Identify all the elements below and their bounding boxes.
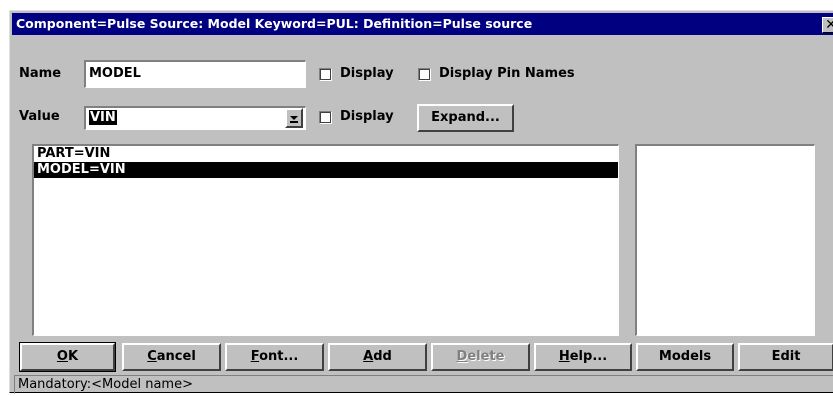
- value-label: Value: [19, 109, 60, 124]
- name-display-checkbox[interactable]: [319, 68, 332, 81]
- display-pin-names-label: Display Pin Names: [439, 66, 575, 81]
- chevron-down-icon[interactable]: [285, 108, 303, 128]
- title-bar: Component=Pulse Source: Model Keyword=PU…: [12, 13, 833, 35]
- models-list[interactable]: [635, 144, 815, 336]
- component-dialog: Component=Pulse Source: Model Keyword=PU…: [9, 10, 833, 394]
- edit-button[interactable]: Edit: [738, 343, 833, 371]
- window-title: Component=Pulse Source: Model Keyword=PU…: [16, 16, 533, 31]
- list-item[interactable]: PART=VIN: [34, 146, 618, 162]
- delete-button: Delete: [431, 343, 530, 371]
- list-item[interactable]: MODEL=VIN: [34, 162, 618, 178]
- status-bar: Mandatory:<Model name>: [14, 375, 833, 394]
- attribute-list[interactable]: PART=VIN MODEL=VIN: [32, 144, 619, 336]
- cancel-button[interactable]: Cancel: [122, 343, 221, 371]
- name-field[interactable]: MODEL: [84, 60, 306, 88]
- add-button[interactable]: Add: [328, 343, 427, 371]
- value-text: VIN: [89, 110, 117, 125]
- value-combobox[interactable]: VIN: [84, 106, 306, 130]
- models-button[interactable]: Models: [636, 343, 734, 371]
- close-icon[interactable]: ✕: [822, 17, 833, 33]
- help-button[interactable]: Help...: [534, 343, 632, 371]
- expand-button[interactable]: Expand...: [417, 104, 514, 132]
- value-display-checkbox[interactable]: [319, 111, 332, 124]
- font-button[interactable]: Font...: [225, 343, 324, 371]
- display-pin-names-checkbox[interactable]: [418, 68, 431, 81]
- ok-button[interactable]: OK: [19, 342, 116, 372]
- name-label: Name: [19, 66, 62, 81]
- value-display-label: Display: [340, 109, 394, 124]
- name-display-label: Display: [340, 66, 394, 81]
